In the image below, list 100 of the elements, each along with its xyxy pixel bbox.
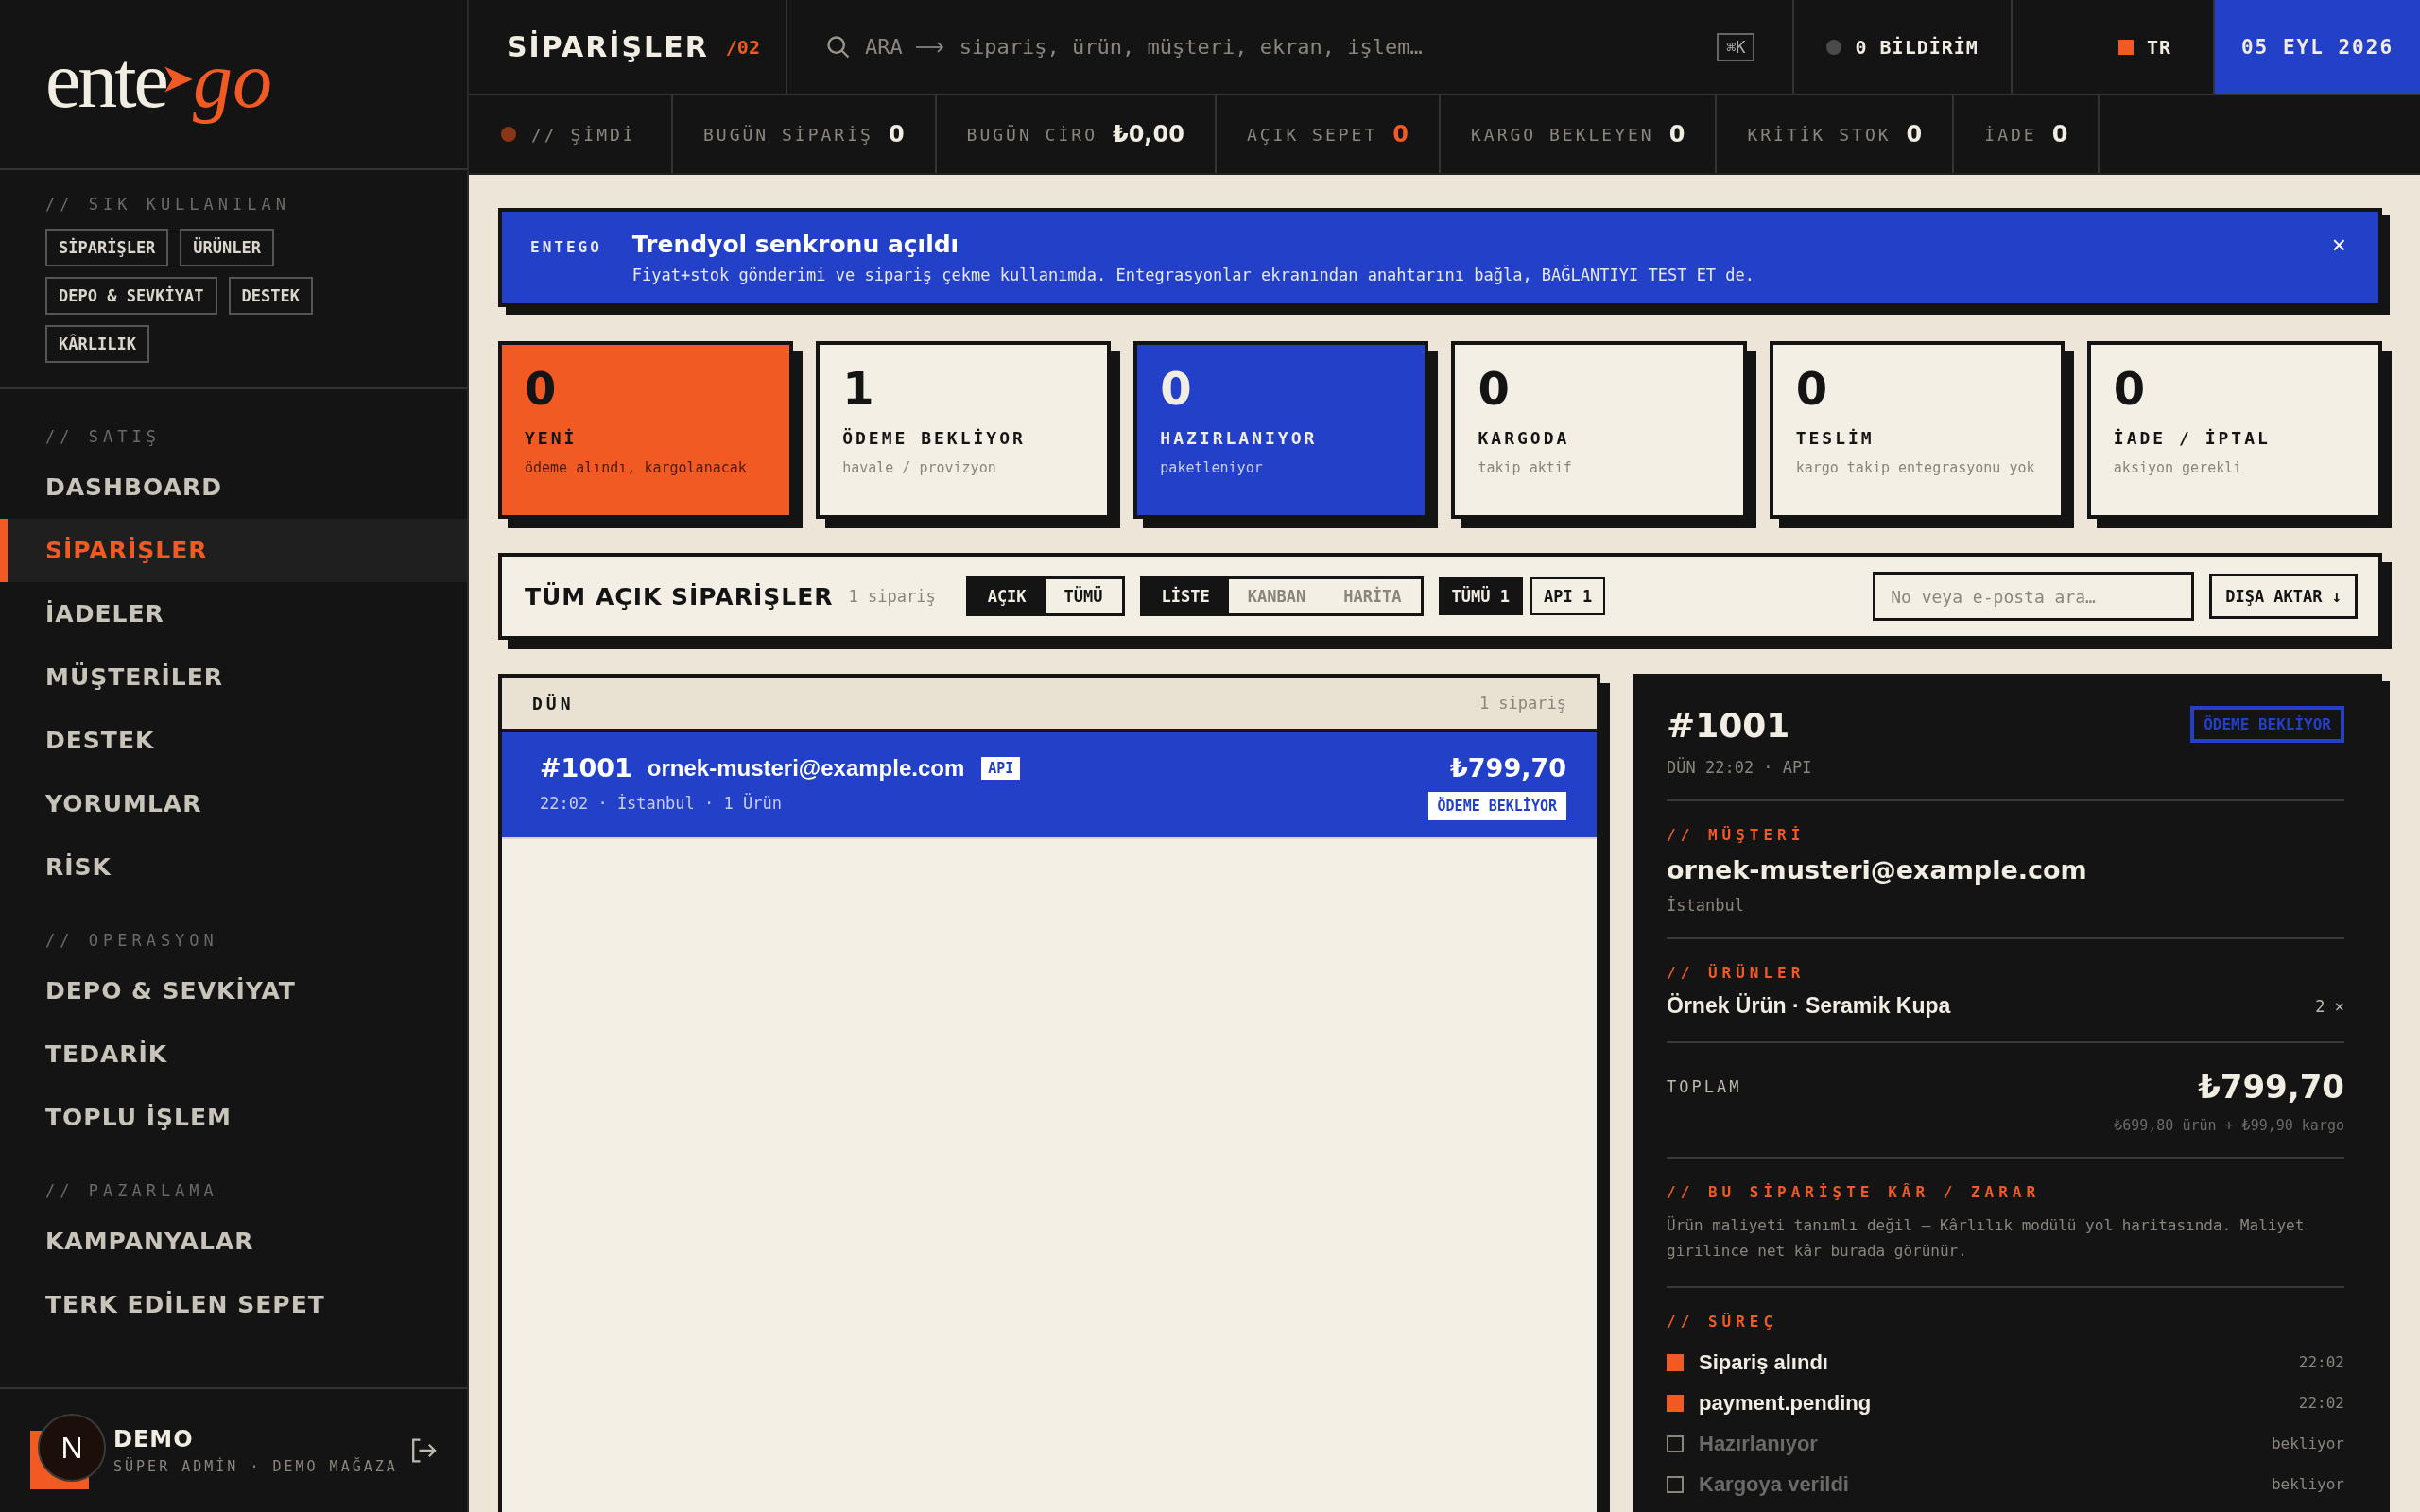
date-display: 05 EYL 2026 [2215,0,2420,94]
step-label: payment.pending [1699,1390,1873,1416]
avatar: N [38,1414,106,1482]
order-total: ₺799,70 [1450,753,1566,782]
stat-value: 0 [888,121,905,147]
status-note: takip aktif [1478,458,1573,478]
section-label: // MÜŞTERİ [1667,826,1806,844]
shortcut-chip[interactable]: SİPARİŞLER [45,229,169,266]
shortcut-key: ⌘K [1717,32,1755,61]
customer-email: ornek-musteri@example.com [1667,855,2088,885]
section-label: // SATIŞ [44,426,162,448]
product-name: Örnek Ürün · Seramik Kupa [1667,993,1951,1019]
section-label: // ÜRÜNLER [1667,964,1806,982]
source-filter[interactable]: API 1 [1530,577,1606,615]
profit-note: Ürün maliyeti tanımlı değil — Kârlılık modülü yol haritasında. Maliyet girilince net kâr burada görünür. [1667,1215,2306,1263]
section-label: // OPERASYON [44,930,219,952]
nav-item[interactable]: TOPLU İŞLEM [0,1086,467,1149]
stat-label: BUGÜN SİPARİŞ [703,124,873,145]
customer-email: ornek-musteri@example.com [647,754,965,782]
live-dot-icon [501,127,516,142]
status-tag: ÖDEME BEKLİYOR [1427,792,1566,820]
section-title: TÜM AÇIK SİPARİŞLER [525,582,834,610]
status-note: ödeme alındı, kargolanacak [525,458,748,478]
banner-message: Fiyat+stok gönderimi ve sipariş çekme kullanımda. Entegrasyonlar ekranından anahtarını bağla, BAĞLANTIYI TEST ET de. [631,266,1756,284]
product-quantity: 2 × [2315,996,2344,1016]
step-time: bekliyor [2271,1435,2344,1453]
stat-label: KRİTİK STOK [1747,124,1892,145]
section-label: // BU SİPARİŞTE KÂR / ZARAR [1667,1183,2042,1201]
page-number: /02 [725,35,760,59]
order-count: 1 sipariş [848,587,936,606]
nav-item[interactable]: TERK EDİLEN SEPET [0,1273,467,1336]
section-label: // SIK KULLANILAN [45,195,291,214]
stat-value: 0 [2051,121,2068,147]
step-time: bekliyor [2271,1475,2344,1494]
language-code[interactable]: TR [2146,35,2171,59]
order-number: #1001 [540,753,632,782]
status-count: 1 [842,366,875,411]
source-filter[interactable]: TÜMÜ 1 [1438,577,1523,615]
step-label: Sipariş alındı [1699,1349,1829,1375]
source-tag: API [981,756,1021,780]
shortcut-chip[interactable]: ÜRÜNLER [180,229,274,266]
stat-value: ₺0,00 [1112,121,1184,147]
status-label: YENİ [525,428,579,448]
export-button[interactable]: DIŞA AKTAR ↓ [2209,574,2358,619]
step-label: Kargoya verildi [1699,1471,1850,1497]
view-tab[interactable]: LİSTE [1142,579,1229,613]
status-label: ÖDEME BEKLİYOR [842,428,1027,448]
status-count: 0 [1795,366,1829,411]
step-label: Hazırlanıyor [1699,1431,1819,1456]
status-note: paketleniyor [1160,458,1264,478]
close-button[interactable]: × [2327,231,2350,260]
nav-item[interactable]: SİPARİŞLER [0,519,467,582]
nav-item[interactable]: YORUMLAR [0,772,467,835]
status-label: HAZIRLANIYOR [1160,428,1319,448]
status-label: TESLİM [1795,428,1876,448]
user-name: DEMO [113,1426,195,1452]
status-note: havale / provizyon [842,458,997,478]
customer-city: İstanbul [1667,896,1745,915]
nav-item[interactable]: MÜŞTERİLER [0,645,467,709]
nav-item[interactable]: RİSK [0,835,467,899]
status-count: 0 [1160,366,1193,411]
nav-item[interactable]: İADELER [0,582,467,645]
nav-item[interactable]: DESTEK [0,709,467,772]
status-dot-icon [1826,39,1842,55]
stat-value: 0 [1392,121,1409,147]
stat-label: BUGÜN CİRO [966,124,1098,145]
stat-label: KARGO BEKLEYEN [1470,124,1654,145]
search-prefix: ARA [865,35,903,59]
toggle-option[interactable]: AÇIK [968,579,1046,613]
status-label: KARGODA [1478,428,1571,448]
logo-wordmark: ente [45,34,166,126]
step-time: 22:02 [2298,1353,2344,1372]
shortcut-chip[interactable]: KÂRLILIK [45,325,149,363]
search-field[interactable]: sipariş, ürün, müşteri, ekran, işlem… [957,34,1703,60]
notifications-link[interactable]: 0 BİLDİRİM [1855,35,1979,59]
shortcut-chip[interactable]: DESTEK [228,277,313,315]
nav-item[interactable]: TEDARİK [0,1022,467,1086]
arrow-icon [915,41,944,53]
stat-value: 0 [1906,121,1923,147]
search-field[interactable]: No veya e-posta ara… [1873,572,2195,621]
nav-item[interactable]: DASHBOARD [0,455,467,519]
total-amount: ₺799,70 [2198,1068,2344,1106]
nav-item[interactable]: DEPO & SEVKİYAT [0,959,467,1022]
ticker-label: // ŞİMDİ [531,124,636,145]
status-count: 0 [1478,366,1511,411]
stat-value: 0 [1668,121,1685,147]
status-count: 0 [525,366,558,411]
section-label: // SÜREÇ [1667,1313,1779,1332]
order-row[interactable]: #1001 ornek-musteri@example.com API 22:02 · İstanbul · 1 Ürün ₺799,70 ÖDEME BEKLİYOR [502,732,1597,839]
stat-label: İADE [1984,124,2037,145]
total-label: TOPLAM [1667,1077,1742,1096]
banner-source: ENTEGO [530,238,602,256]
banner-title: Trendyol senkronu açıldı [631,231,960,258]
page-title: SİPARİŞLER [507,30,709,63]
order-meta: DÜN 22:02 · API [1667,758,1812,777]
nav-item[interactable]: KAMPANYALAR [0,1210,467,1273]
shortcut-chip[interactable]: DEPO & SEVKİYAT [45,277,217,315]
status-note: aksiyon gerekli [2113,458,2243,478]
section-label: // PAZARLAMA [44,1180,219,1202]
status-tag: ÖDEME BEKLİYOR [2190,706,2344,743]
